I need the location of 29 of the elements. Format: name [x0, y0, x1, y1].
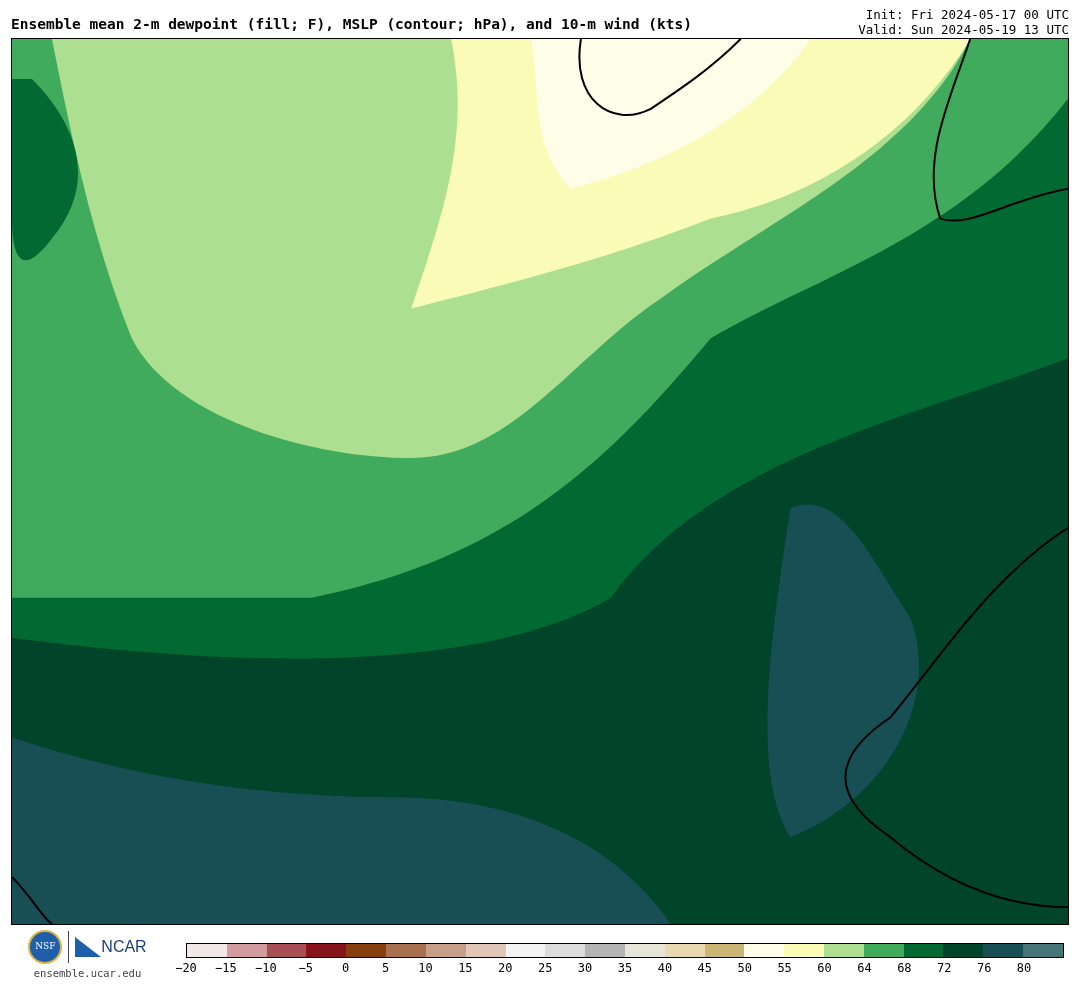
- colorbar-label: 60: [817, 960, 832, 977]
- colorbar-label: 20: [498, 960, 513, 977]
- colorbar-label: 40: [657, 960, 673, 977]
- colorbar-label: 76: [976, 960, 992, 977]
- init-time: Init: Fri 2024-05-17 00 UTC: [865, 7, 1069, 22]
- colorbar-label: 35: [617, 960, 633, 977]
- colorbar-label: 45: [697, 960, 713, 977]
- colorbar-label: −5: [298, 960, 313, 977]
- ncar-logo: NCAR: [101, 937, 147, 957]
- colorbar-label: 30: [577, 960, 593, 977]
- colorbar-label: 68: [897, 960, 912, 977]
- colorbar-label: 5: [381, 960, 390, 977]
- nsf-logo: NSF: [28, 930, 63, 964]
- colorbar-label: −15: [215, 960, 237, 977]
- colorbar-label: 25: [537, 960, 553, 977]
- site-url: ensemble.ucar.edu: [33, 966, 142, 981]
- colorbar-label: 50: [737, 960, 752, 977]
- chart-title: Ensemble mean 2-m dewpoint (fill; F), MSLP (contour; hPa), and 10-m wind (kts): [11, 15, 692, 34]
- triangle-icon: [75, 937, 102, 957]
- colorbar-label: 72: [937, 960, 952, 977]
- valid-time: Valid: Sun 2024-05-19 13 UTC: [858, 22, 1069, 37]
- colorbar-label: −20: [175, 960, 197, 977]
- colorbar-label: 15: [458, 960, 473, 977]
- colorbar-label: 80: [1016, 960, 1032, 977]
- colorbar-label: 10: [418, 960, 433, 977]
- colorbar-label: 0: [342, 960, 350, 977]
- colorbar-label: 64: [857, 960, 872, 977]
- colorbar-label: 55: [777, 960, 792, 977]
- colorbar-label: −10: [254, 960, 277, 977]
